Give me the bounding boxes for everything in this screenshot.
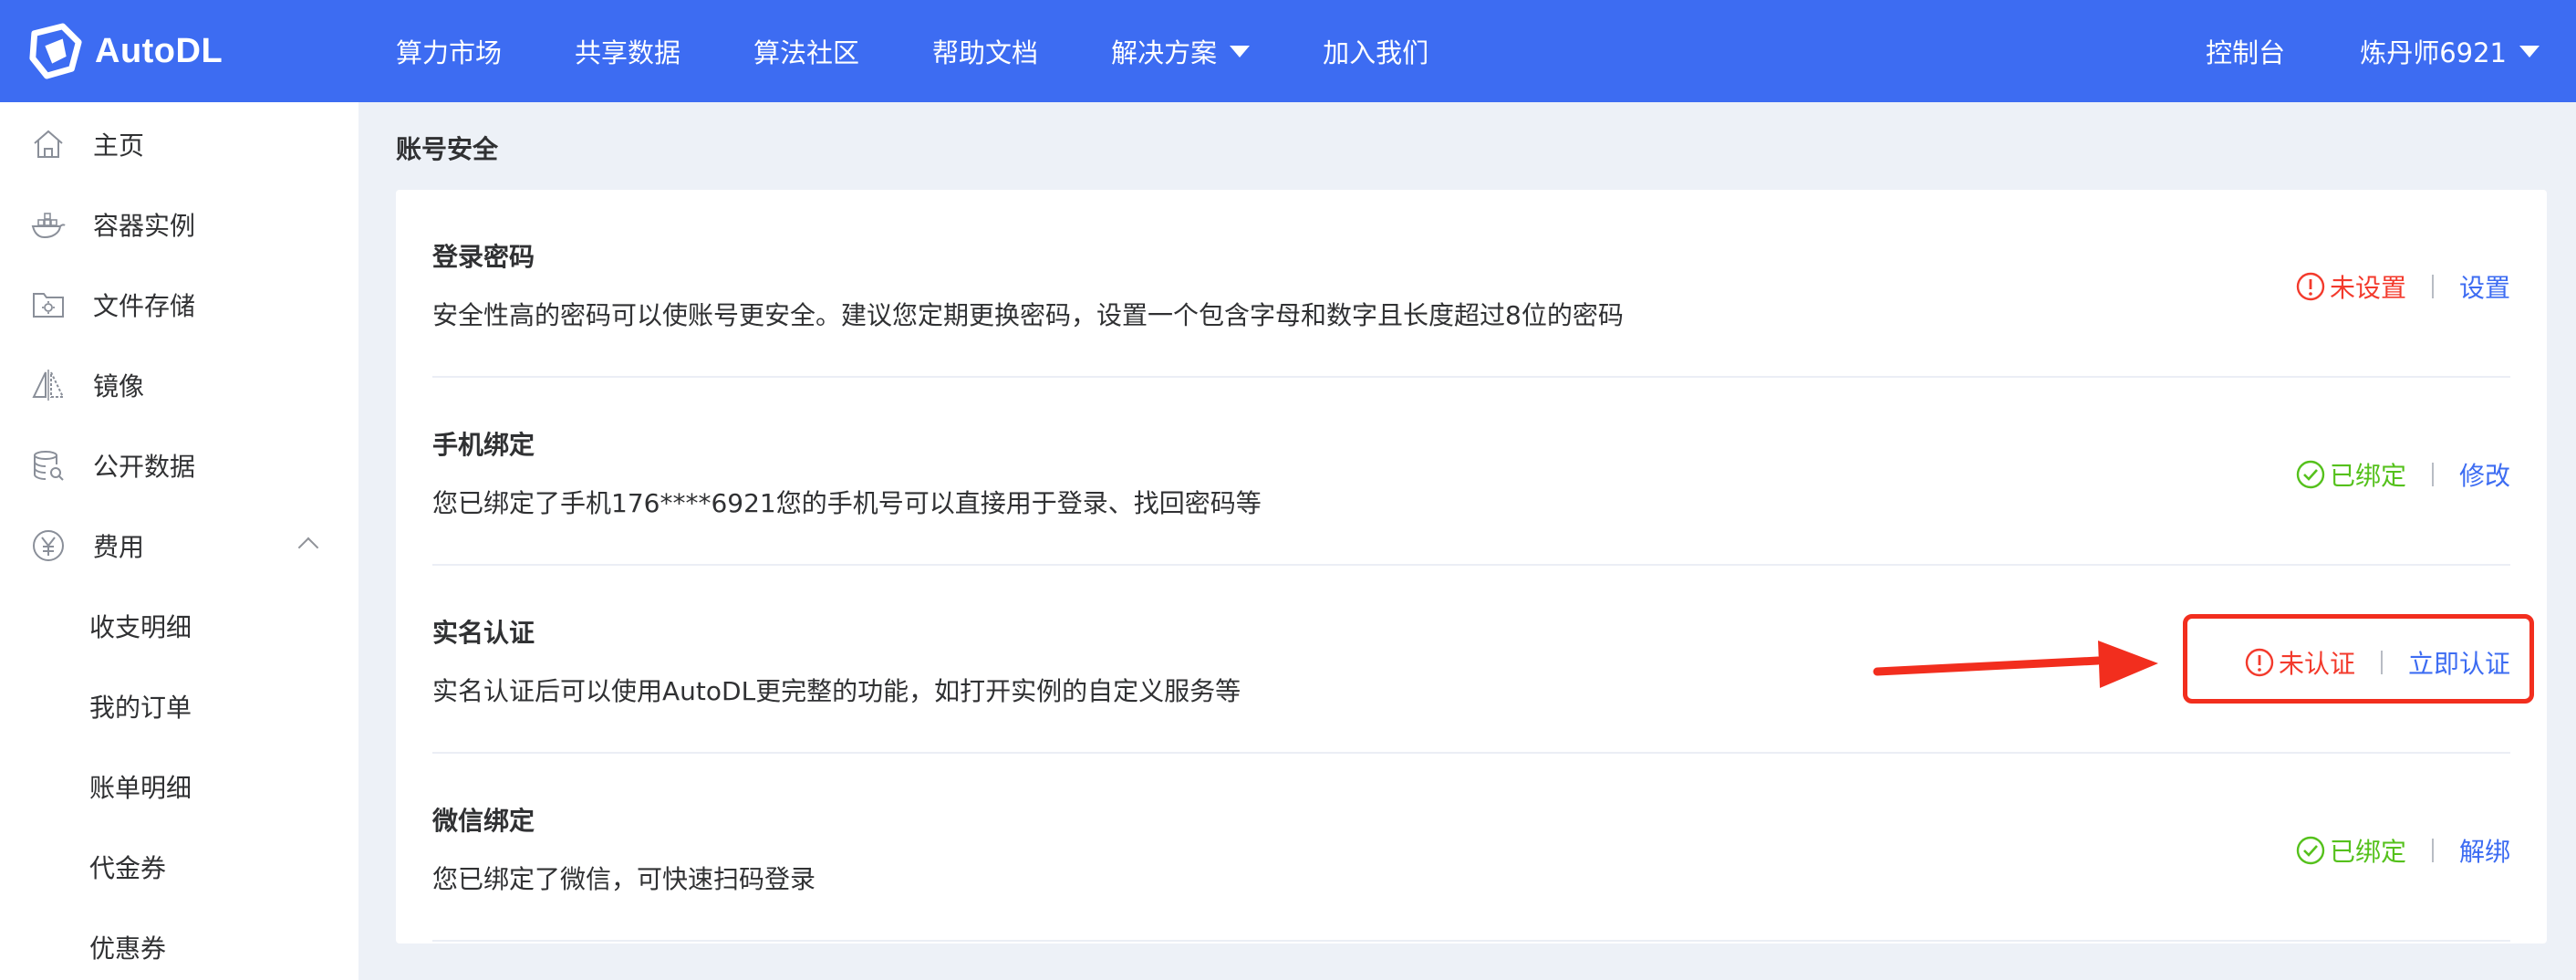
sidebar-item-images[interactable]: 镜像 xyxy=(0,345,358,425)
status-badge: 已绑定 xyxy=(2295,456,2406,493)
sidebar-item-public-data[interactable]: 公开数据 xyxy=(0,425,358,506)
sidebar-subitem-label: 优惠券 xyxy=(89,933,167,964)
sidebar-item-label: 镜像 xyxy=(93,371,145,401)
sidebar-item-label: 公开数据 xyxy=(93,452,196,482)
sidebar-subitem-vouchers[interactable]: 代金券 xyxy=(0,827,358,907)
mirror-icon xyxy=(29,366,68,404)
sidebar-subitem-label: 代金券 xyxy=(89,853,167,883)
sidebar-item-home[interactable]: 主页 xyxy=(0,104,358,184)
main-nav: 算力市场 共享数据 算法社区 帮助文档 解决方案 加入我们 xyxy=(396,0,1501,102)
divider xyxy=(2431,463,2434,486)
nav-compute-market[interactable]: 算力市场 xyxy=(396,32,502,70)
sidebar-item-file-storage[interactable]: 文件存储 xyxy=(0,265,358,345)
annotation-arrow-icon xyxy=(1873,641,2158,688)
sidebar-subitem-my-orders[interactable]: 我的订单 xyxy=(0,666,358,746)
console-link[interactable]: 控制台 xyxy=(2206,32,2285,70)
security-row-wechat: 微信绑定 您已绑定了微信，可快速扫码登录 已绑定 解绑 xyxy=(432,754,2510,942)
row-actions: 未设置 设置 xyxy=(2295,268,2510,305)
nav-solutions[interactable]: 解决方案 xyxy=(1111,32,1251,70)
database-icon xyxy=(29,446,68,485)
set-password-link[interactable]: 设置 xyxy=(2459,268,2510,305)
sidebar-subitem-bill-details[interactable]: 账单明细 xyxy=(0,746,358,827)
page-title: 账号安全 xyxy=(396,134,499,164)
row-title: 登录密码 xyxy=(432,242,535,272)
unbind-wechat-link[interactable]: 解绑 xyxy=(2459,832,2510,869)
status-text: 已绑定 xyxy=(2329,837,2406,867)
autodl-logo-icon xyxy=(29,23,82,79)
top-navbar: AutoDL 算力市场 共享数据 算法社区 帮助文档 解决方案 加入我们 控制台… xyxy=(0,0,2576,102)
sidebar-item-label: 文件存储 xyxy=(93,291,196,321)
row-title: 手机绑定 xyxy=(432,430,535,460)
exclamation-circle-icon xyxy=(2296,272,2325,301)
security-row-password: 登录密码 安全性高的密码可以使账号更安全。建议您定期更换密码，设置一个包含字母和… xyxy=(432,190,2510,378)
security-card: 登录密码 安全性高的密码可以使账号更安全。建议您定期更换密码，设置一个包含字母和… xyxy=(396,190,2547,944)
chevron-down-icon xyxy=(2519,45,2540,57)
row-description: 您已绑定了手机176****6921您的手机号可以直接用于登录、找回密码等 xyxy=(432,488,1262,518)
sidebar: 主页 容器实例 文件存储 镜像 公开数据 费用 收支明细 我的订单 账单明细 代… xyxy=(0,102,358,980)
check-circle-icon xyxy=(2296,460,2325,489)
sidebar-item-billing[interactable]: 费用 xyxy=(0,506,358,586)
home-icon xyxy=(29,125,68,163)
logo-text: AutoDL xyxy=(95,31,223,70)
autodl-logo[interactable]: AutoDL xyxy=(27,18,223,84)
sidebar-subitem-label: 收支明细 xyxy=(89,612,192,642)
sidebar-subitem-label: 我的订单 xyxy=(89,693,192,723)
row-actions: 已绑定 解绑 xyxy=(2295,832,2510,869)
row-title: 微信绑定 xyxy=(432,806,535,836)
sidebar-item-label: 容器实例 xyxy=(93,211,196,241)
security-row-phone: 手机绑定 您已绑定了手机176****6921您的手机号可以直接用于登录、找回密… xyxy=(432,378,2510,566)
divider xyxy=(2431,275,2434,298)
chevron-down-icon xyxy=(1230,45,1251,57)
nav-solutions-label: 解决方案 xyxy=(1111,37,1218,68)
sidebar-item-containers[interactable]: 容器实例 xyxy=(0,184,358,265)
status-badge: 已绑定 xyxy=(2295,832,2406,869)
nav-shared-data[interactable]: 共享数据 xyxy=(575,32,680,70)
row-actions: 已绑定 修改 xyxy=(2295,456,2510,493)
modify-phone-link[interactable]: 修改 xyxy=(2459,456,2510,493)
folder-gear-icon xyxy=(29,286,68,324)
sidebar-item-label: 主页 xyxy=(93,130,145,161)
row-description: 安全性高的密码可以使账号更安全。建议您定期更换密码，设置一个包含字母和数字且长度… xyxy=(432,300,1624,330)
row-description: 您已绑定了微信，可快速扫码登录 xyxy=(432,864,816,894)
divider xyxy=(2431,839,2434,862)
sidebar-item-label: 费用 xyxy=(93,532,145,562)
yen-icon xyxy=(29,526,68,565)
nav-algorithm-community[interactable]: 算法社区 xyxy=(753,32,859,70)
check-circle-icon xyxy=(2296,836,2325,865)
row-title: 实名认证 xyxy=(432,618,535,648)
status-text: 未设置 xyxy=(2329,273,2406,303)
sidebar-subitem-income-expense[interactable]: 收支明细 xyxy=(0,586,358,666)
chevron-up-icon xyxy=(297,537,319,558)
annotation-highlight-box xyxy=(2183,614,2534,704)
user-name: 炼丹师6921 xyxy=(2360,37,2507,68)
user-menu[interactable]: 炼丹师6921 xyxy=(2360,32,2540,70)
nav-help-docs[interactable]: 帮助文档 xyxy=(932,32,1038,70)
nav-join-us[interactable]: 加入我们 xyxy=(1323,32,1428,70)
status-text: 已绑定 xyxy=(2329,461,2406,491)
container-icon xyxy=(29,205,68,244)
sidebar-subitem-label: 账单明细 xyxy=(89,773,192,803)
top-right-menu: 控制台 炼丹师6921 xyxy=(2206,0,2540,102)
status-badge: 未设置 xyxy=(2295,268,2406,305)
row-description: 实名认证后可以使用AutoDL更完整的功能，如打开实例的自定义服务等 xyxy=(432,676,1241,706)
sidebar-subitem-coupons[interactable]: 优惠券 xyxy=(0,907,358,980)
